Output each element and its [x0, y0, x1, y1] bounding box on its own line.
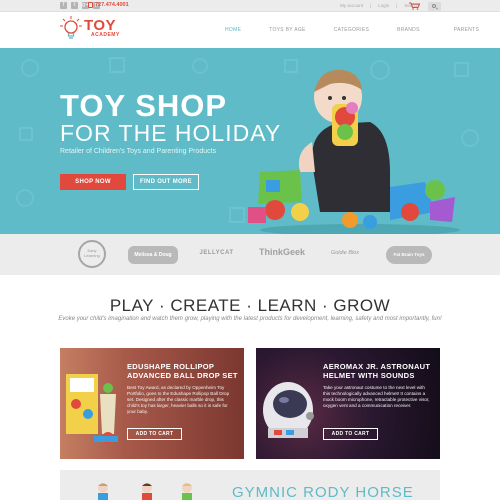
featured-product-banner: GYMNIC RODY HORSE: [60, 470, 440, 500]
brand-logo-melissa-doug[interactable]: Melissa & Doug: [128, 246, 178, 264]
astronaut-helmet-image: [263, 382, 314, 438]
child-photo: [182, 483, 192, 500]
cart-icon[interactable]: [409, 2, 420, 10]
facebook-icon[interactable]: f: [60, 2, 67, 9]
section-subtext: Evoke your child's imagination and watch…: [58, 316, 442, 322]
child-photo: [142, 483, 152, 500]
nav-toys-by-age[interactable]: TOYS BY AGE: [269, 27, 305, 33]
nav-parents[interactable]: PARENTS: [454, 27, 479, 33]
logo[interactable]: TOY ACADEMY: [60, 16, 120, 40]
child-photo: [98, 483, 108, 500]
twitter-icon[interactable]: t: [71, 2, 78, 9]
add-to-cart-button[interactable]: ADD TO CART: [127, 428, 182, 440]
top-bar: f t g+ p 727.474.4001 My account | Login…: [0, 0, 500, 12]
product-description: Take your astronaut costume to the next …: [323, 385, 430, 408]
nav-home[interactable]: HOME: [225, 27, 241, 33]
separator: |: [370, 3, 372, 8]
hero-description: Retailer of Children's Toys and Parentin…: [60, 148, 217, 155]
product-title[interactable]: EDUSHAPE ROLLIPOP ADVANCED BALL DROP SET: [127, 362, 239, 381]
search-icon: [432, 4, 436, 8]
baby-with-toys-image: [248, 69, 460, 234]
brand-logo-early-learning[interactable]: Early Learning: [78, 240, 106, 268]
main-header: TOY ACADEMY HOME TOYS BY AGE CATEGORIES …: [0, 12, 500, 48]
section-heading: PLAY · CREATE · LEARN · GROW: [109, 296, 391, 315]
brand-logo-fat-brain[interactable]: Fat Brain Toys: [386, 246, 432, 264]
brand-logos-strip: Early Learning Melissa & Doug JELLYCAT T…: [0, 234, 500, 275]
product-description: Best Toy Award, as declared by Oppenheim…: [127, 385, 230, 414]
brand-logo-thinkgeek[interactable]: ThinkGeek: [256, 247, 308, 257]
product-card: EDUSHAPE ROLLIPOP ADVANCED BALL DROP SET…: [60, 348, 244, 459]
add-to-cart-button[interactable]: ADD TO CART: [323, 428, 378, 440]
logo-line1: TOY: [84, 17, 117, 34]
utility-links: My account | Login | Search: [340, 3, 419, 8]
logo-wordmark: TOY ACADEMY: [84, 18, 120, 38]
separator: |: [396, 3, 398, 8]
hero-subtitle: FOR THE HOLIDAY: [60, 120, 282, 146]
shop-now-button[interactable]: SHOP NOW: [60, 174, 126, 190]
brand-logo-jellycat[interactable]: JELLYCAT: [194, 250, 239, 256]
login-link[interactable]: Login: [378, 3, 389, 8]
product-card: AEROMAX JR. ASTRONAUT HELMET WITH SOUNDS…: [256, 348, 440, 459]
brand-logo-goldie-blox[interactable]: Goldie Blox: [316, 250, 374, 256]
my-account-link[interactable]: My account: [340, 3, 363, 8]
lightbulb-logo-icon: [60, 16, 82, 39]
search-button[interactable]: [428, 2, 441, 11]
logo-line2: ACADEMY: [91, 32, 120, 38]
product-title[interactable]: AEROMAX JR. ASTRONAUT HELMET WITH SOUNDS: [323, 362, 435, 381]
phone-number[interactable]: 727.474.4001: [88, 2, 129, 8]
ball-drop-toy-image: [66, 374, 118, 444]
nav-categories[interactable]: CATEGORIES: [334, 27, 369, 33]
phone-text: 727.474.4001: [95, 2, 129, 8]
main-nav: HOME TOYS BY AGE CATEGORIES BRANDS PAREN…: [225, 27, 479, 33]
find-out-more-button[interactable]: FIND OUT MORE: [133, 174, 199, 190]
nav-brands[interactable]: BRANDS: [397, 27, 420, 33]
hero-banner: TOY SHOP FOR THE HOLIDAY Retailer of Chi…: [0, 48, 500, 234]
hero-title: TOY SHOP: [60, 88, 228, 123]
phone-icon: [88, 2, 93, 8]
featured-title[interactable]: GYMNIC RODY HORSE: [232, 484, 414, 500]
